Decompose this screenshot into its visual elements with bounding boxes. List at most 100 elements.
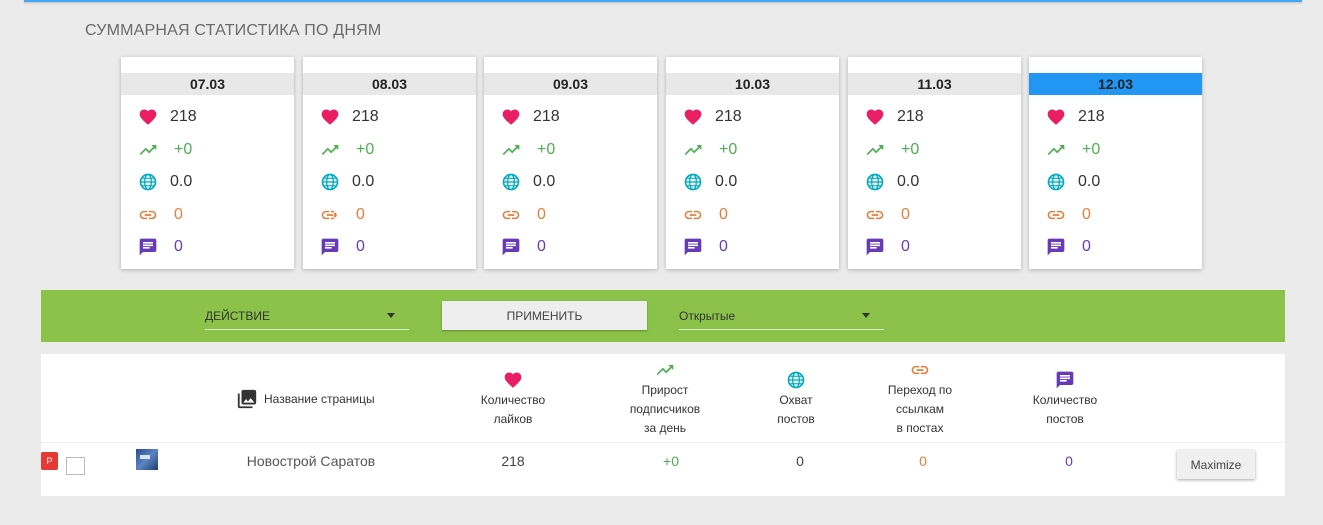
trending-up-icon [865,140,885,160]
growth-value: +0 [174,141,193,158]
header-reach[interactable]: Охват постов [756,370,836,429]
heart-icon [320,107,340,127]
row-checkbox[interactable] [66,457,85,475]
globe-icon [501,172,521,192]
metric-posts: 0 [138,237,183,257]
card-date: 09.03 [484,73,657,95]
metric-likes: 218 [320,107,379,127]
metric-posts: 0 [865,237,910,257]
header-links-line: в постах [896,421,944,435]
reach-value: 0.0 [715,173,738,190]
likes-value: 218 [352,108,379,125]
header-growth[interactable]: Прирост подписчиков за день [613,360,717,438]
metric-growth: +0 [683,140,737,160]
globe-icon [683,172,703,192]
header-growth-line: Прирост [641,383,689,397]
metric-posts: 0 [501,237,546,257]
header-posts[interactable]: Количество постов [1013,370,1117,429]
header-links-line: Переход по [887,383,953,397]
metric-reach: 0.0 [138,172,192,192]
link-icon [868,360,972,380]
posts-value: 0 [356,238,365,255]
apply-button[interactable]: ПРИМЕНИТЬ [442,301,647,330]
link-icon [138,205,158,225]
globe-icon [138,172,158,192]
likes-value: 218 [1078,108,1105,125]
filter-select-label: Открытые [679,309,736,323]
link-icon [865,205,885,225]
card-date: 12.03 [1029,73,1202,95]
page-avatar[interactable] [136,449,158,470]
metric-reach: 0.0 [683,172,737,192]
caret-down-icon [862,313,870,318]
day-card: 10.03 218 +0 0.0 0 0 [666,57,839,269]
comment-icon [865,237,885,257]
trending-up-icon [683,140,703,160]
pages-table: Название страницы Количество лайков Прир… [41,354,1285,496]
reach-value: 0.0 [170,173,193,190]
page-name-link[interactable]: Новострой Саратов [241,453,381,469]
cell-reach: 0 [796,453,804,469]
header-page-name[interactable]: Название страницы [236,388,396,410]
reach-value: 0.0 [533,173,556,190]
metric-links: 0 [320,205,365,225]
top-accent-bar [24,0,1302,2]
day-card: 07.03 218 +0 0.0 0 0 [121,57,294,269]
metric-growth: +0 [865,140,919,160]
links-value: 0 [719,206,728,223]
maximize-button[interactable]: Maximize [1177,450,1255,479]
metric-links: 0 [865,205,910,225]
day-card: 09.03 218 +0 0.0 0 0 [484,57,657,269]
card-date: 07.03 [121,73,294,95]
heart-icon [683,107,703,127]
header-links-line: ссылкам [895,402,945,416]
posts-value: 0 [174,238,183,255]
metric-likes: 218 [683,107,742,127]
links-value: 0 [356,206,365,223]
header-likes[interactable]: Количество лайков [461,370,565,429]
links-value: 0 [1082,206,1091,223]
metric-reach: 0.0 [1046,172,1100,192]
growth-value: +0 [1082,141,1101,158]
filter-select[interactable]: Открытые [679,302,884,330]
posts-value: 0 [719,238,728,255]
links-value: 0 [174,206,183,223]
metric-reach: 0.0 [501,172,555,192]
section-title: СУММАРНАЯ СТАТИСТИКА ПО ДНЯМ [85,22,382,39]
heart-icon [1046,107,1066,127]
header-posts-line: Количество [1032,393,1098,407]
header-growth-line: за день [643,421,687,435]
likes-value: 218 [533,108,560,125]
header-likes-line: лайков [493,412,533,426]
comment-icon [501,237,521,257]
link-icon [683,205,703,225]
links-value: 0 [537,206,546,223]
growth-value: +0 [901,141,920,158]
metric-posts: 0 [683,237,728,257]
action-select[interactable]: ДЕЙСТВИЕ [205,302,409,330]
cell-posts: 0 [1065,453,1073,469]
action-bar: ДЕЙСТВИЕ ПРИМЕНИТЬ Открытые [41,290,1285,342]
header-growth-line: подписчиков [629,402,701,416]
reach-value: 0.0 [897,173,920,190]
globe-icon [320,172,340,192]
metric-posts: 0 [320,237,365,257]
page-type-badge: P [41,452,58,470]
links-value: 0 [901,206,910,223]
header-links[interactable]: Переход по ссылкам в постах [868,360,972,438]
metric-likes: 218 [1046,107,1105,127]
link-icon [320,205,340,225]
posts-value: 0 [537,238,546,255]
metric-growth: +0 [320,140,374,160]
likes-value: 218 [715,108,742,125]
cell-growth: +0 [663,453,679,469]
trending-up-icon [613,360,717,380]
comment-icon [320,237,340,257]
row-divider [41,442,1285,443]
caret-down-icon [387,313,395,318]
metric-posts: 0 [1046,237,1091,257]
cell-links: 0 [919,453,927,469]
metric-growth: +0 [1046,140,1100,160]
globe-icon [756,370,836,390]
metric-links: 0 [501,205,546,225]
